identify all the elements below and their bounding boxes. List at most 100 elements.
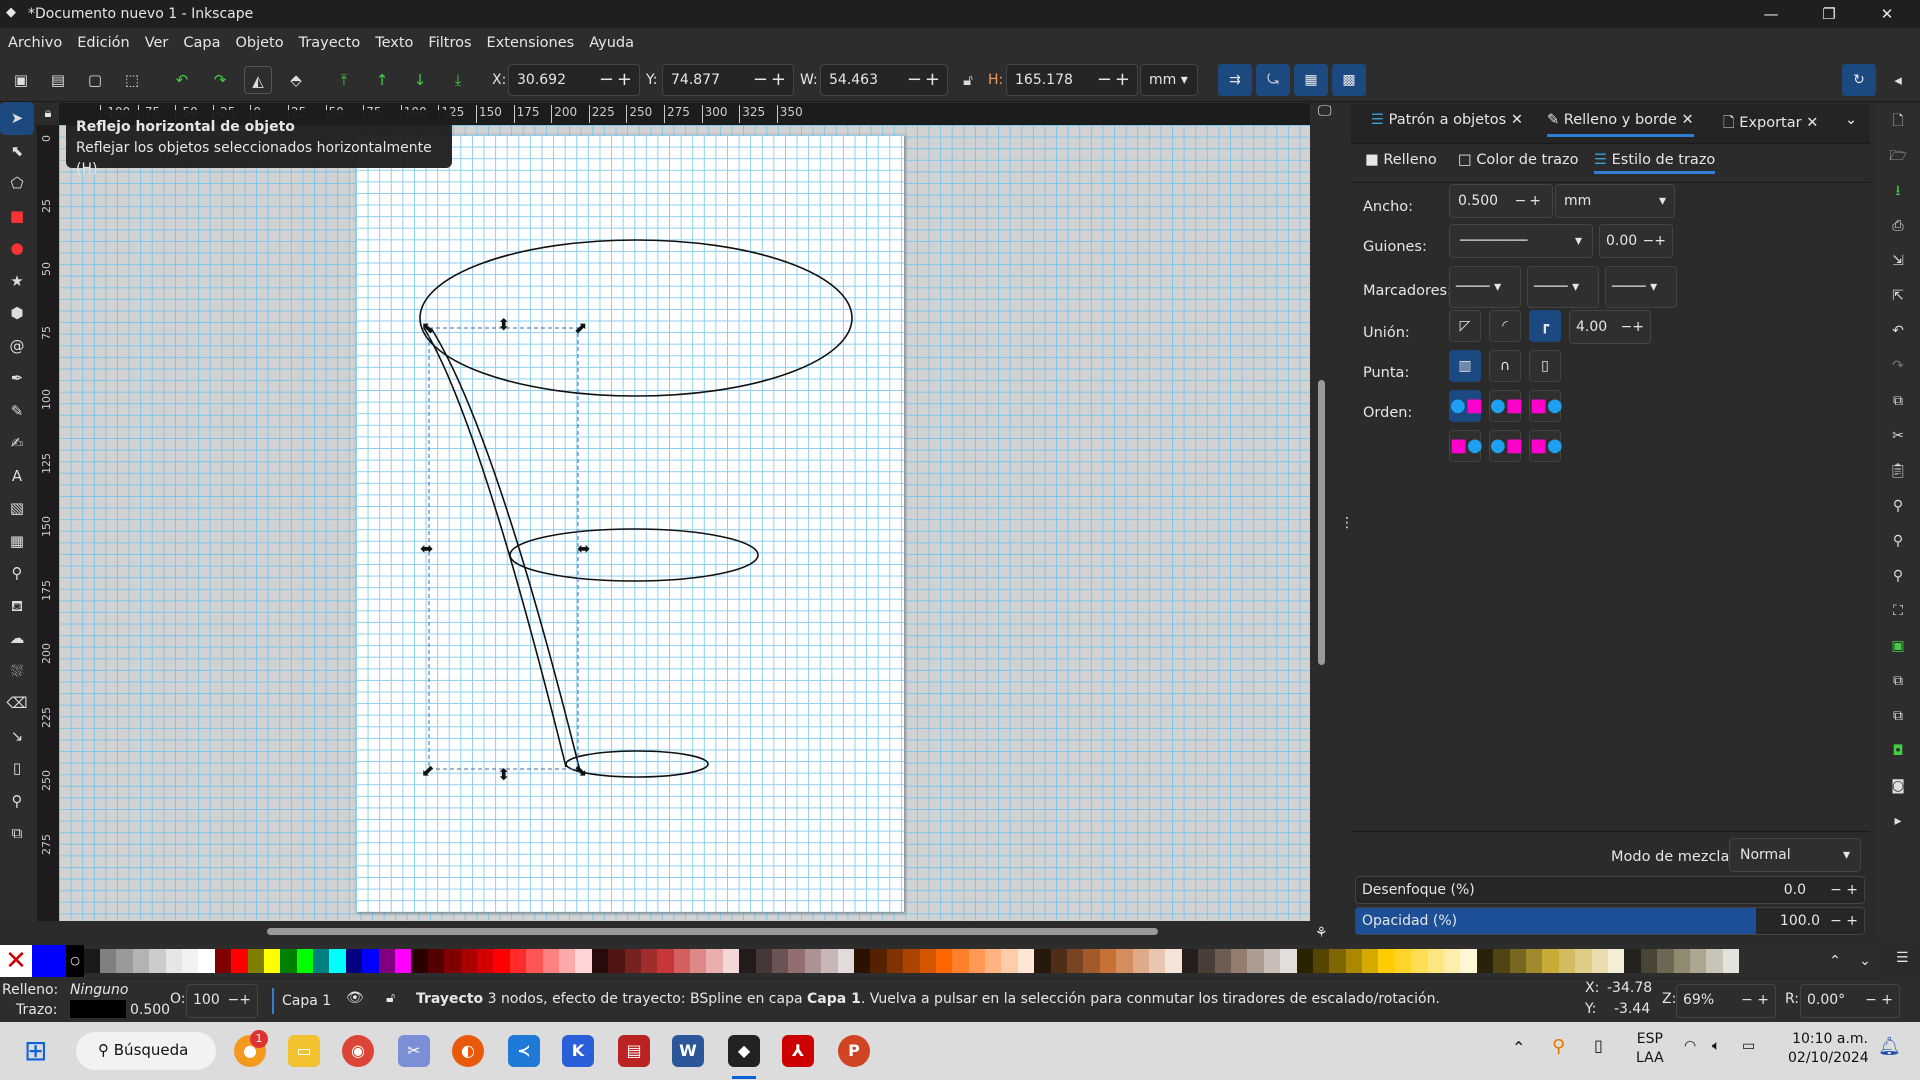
color-swatch[interactable]	[558, 949, 576, 973]
color-swatch[interactable]	[1050, 949, 1068, 973]
clone-icon[interactable]: ⧉	[1876, 699, 1920, 734]
star-tool-icon[interactable]: ★	[0, 265, 34, 298]
color-swatch[interactable]	[1017, 949, 1035, 973]
horizontal-scrollbar[interactable]	[267, 928, 1158, 935]
snipping-tool-icon[interactable]: ✂	[398, 1035, 430, 1067]
menu-ayuda[interactable]: Ayuda	[589, 35, 634, 51]
ellipse-tool-icon[interactable]: ●	[0, 232, 34, 265]
color-swatch[interactable]	[772, 949, 789, 973]
pencil-tool-icon[interactable]: ✎	[0, 395, 34, 428]
color-swatch[interactable]	[165, 949, 182, 973]
color-swatch[interactable]	[1444, 949, 1461, 973]
opacity-slider[interactable]: Opacidad (%) − +100.0	[1355, 907, 1865, 935]
h-field[interactable]: 165.178 −+	[1006, 64, 1138, 96]
blur-slider[interactable]: Desenfoque (%) − +0.0	[1355, 876, 1865, 904]
language-indicator[interactable]: ESP LAA	[1636, 1030, 1664, 1068]
color-swatch[interactable]	[1067, 949, 1084, 973]
color-swatch[interactable]	[722, 949, 740, 973]
rotate-ccw-icon[interactable]: ↶	[168, 66, 196, 94]
undo-icon[interactable]: ↶	[1876, 314, 1920, 349]
color-swatch[interactable]	[1640, 949, 1658, 973]
cap-square-icon[interactable]: ▯	[1529, 350, 1561, 382]
minimize-button[interactable]: —	[1742, 0, 1800, 28]
color-swatch[interactable]	[526, 949, 543, 973]
color-swatch[interactable]	[181, 949, 199, 973]
color-swatch[interactable]	[1689, 949, 1707, 973]
color-swatch[interactable]	[1509, 949, 1526, 973]
color-swatch[interactable]	[1230, 949, 1248, 973]
snap-nodes-icon[interactable]: ◙	[1876, 769, 1920, 804]
color-swatch[interactable]	[657, 949, 674, 973]
vertical-ruler[interactable]: 0 25 50 75 100 125 150 175 200 225 250 275	[37, 125, 59, 921]
print-icon[interactable]: ⎙	[1876, 209, 1920, 244]
menu-extensiones[interactable]: Extensiones	[487, 35, 575, 51]
color-swatch[interactable]	[1165, 949, 1182, 973]
color-swatch[interactable]	[1034, 949, 1051, 973]
color-swatch[interactable]	[837, 949, 854, 973]
black-swatch[interactable]: ○	[66, 945, 84, 977]
select-all-layers-icon[interactable]: ▤	[44, 66, 72, 94]
join-miter-icon[interactable]: ┏	[1529, 310, 1561, 342]
color-swatch[interactable]	[821, 949, 838, 973]
h-stepper[interactable]: −+	[1097, 65, 1133, 95]
shape-builder-icon[interactable]: ⬠	[0, 167, 34, 200]
dash-select[interactable]: ──────── ▾	[1449, 224, 1593, 258]
display-mode-icon[interactable]: 🖵︎	[1318, 103, 1332, 119]
color-swatch[interactable]	[608, 949, 625, 973]
color-swatch[interactable]	[1706, 949, 1723, 973]
palette-menu-icon[interactable]: ☰	[1896, 950, 1909, 966]
blend-mode-select[interactable]: Normal ▾	[1729, 838, 1861, 872]
volume-icon[interactable]: 🔈︎	[1712, 1038, 1720, 1054]
paint-bucket-icon[interactable]: ⛾	[0, 590, 34, 623]
subtab-color-de-trazo[interactable]: □ Color de trazo	[1458, 152, 1579, 168]
color-swatch[interactable]	[1460, 949, 1477, 973]
wifi-icon[interactable]: ◠	[1684, 1038, 1696, 1054]
scale-handle-bottom[interactable]: ⬍	[497, 765, 510, 784]
color-swatch[interactable]	[542, 949, 559, 973]
new-document-icon[interactable]: 🗋︎	[1876, 104, 1920, 139]
3d-box-tool-icon[interactable]: ⬢	[0, 297, 34, 330]
menu-edicion[interactable]: Edición	[77, 35, 129, 51]
color-swatch[interactable]	[1558, 949, 1576, 973]
cap-round-icon[interactable]: ∩	[1489, 350, 1521, 382]
dash-offset-field[interactable]: 0.00 −+	[1599, 224, 1673, 258]
palette-scroll-down-icon[interactable]: ⌄	[1850, 945, 1880, 977]
tab-exportar[interactable]: 🗋︎ Exportar ✕	[1723, 112, 1818, 137]
calligraphy-tool-icon[interactable]: ✍	[0, 427, 34, 460]
scale-stroke-icon[interactable]: ⇉	[1218, 64, 1252, 96]
transform-patterns-icon[interactable]: ▩	[1332, 64, 1366, 96]
color-swatch[interactable]	[1493, 949, 1510, 973]
text-tool-icon[interactable]: A	[0, 460, 34, 493]
notifications-bell-icon[interactable]: 🔔︎	[1878, 1036, 1901, 1057]
fill-value[interactable]: Ninguno	[70, 982, 128, 998]
powerpoint-icon[interactable]: P	[838, 1035, 870, 1067]
lower-icon[interactable]: ↓	[406, 66, 434, 94]
scale-corners-icon[interactable]: ⤿	[1256, 64, 1290, 96]
stroke-swatch[interactable]	[70, 1000, 126, 1018]
color-swatch[interactable]	[345, 949, 363, 973]
color-swatch[interactable]	[444, 949, 461, 973]
raise-top-icon[interactable]: ⤒	[330, 66, 358, 94]
color-swatch[interactable]	[329, 949, 346, 973]
close-button[interactable]: ✕	[1858, 0, 1916, 28]
color-swatch[interactable]	[755, 949, 773, 973]
app-icon[interactable]: ▤	[618, 1035, 650, 1067]
paste-icon[interactable]: 📋︎	[1876, 454, 1920, 489]
color-swatch[interactable]	[690, 949, 707, 973]
usb-icon[interactable]: ▯	[1594, 1036, 1603, 1055]
snap-toggle-icon[interactable]: ↻	[1842, 64, 1876, 96]
pen-tool-icon[interactable]: ✒	[0, 362, 34, 395]
acrobat-icon[interactable]: ⅄	[782, 1035, 814, 1067]
color-swatch[interactable]	[1149, 949, 1166, 973]
tabs-menu-icon[interactable]: ⌄	[1845, 112, 1857, 128]
rotate-cw-icon[interactable]: ↷	[206, 66, 234, 94]
opacity-field[interactable]: 100 −+	[186, 984, 258, 1018]
y-stepper[interactable]: −+	[753, 65, 789, 95]
color-swatch[interactable]	[1181, 949, 1199, 973]
middle-ellipse[interactable]	[509, 528, 759, 582]
chrome-icon[interactable]: ◉	[342, 1035, 374, 1067]
zoom-page-icon[interactable]: ⚲	[1876, 559, 1920, 594]
y-field[interactable]: 74.877 −+	[662, 64, 794, 96]
scale-handle-tr[interactable]: ⬈	[574, 318, 587, 337]
snap-bbox-icon[interactable]: ◘	[1876, 734, 1920, 769]
